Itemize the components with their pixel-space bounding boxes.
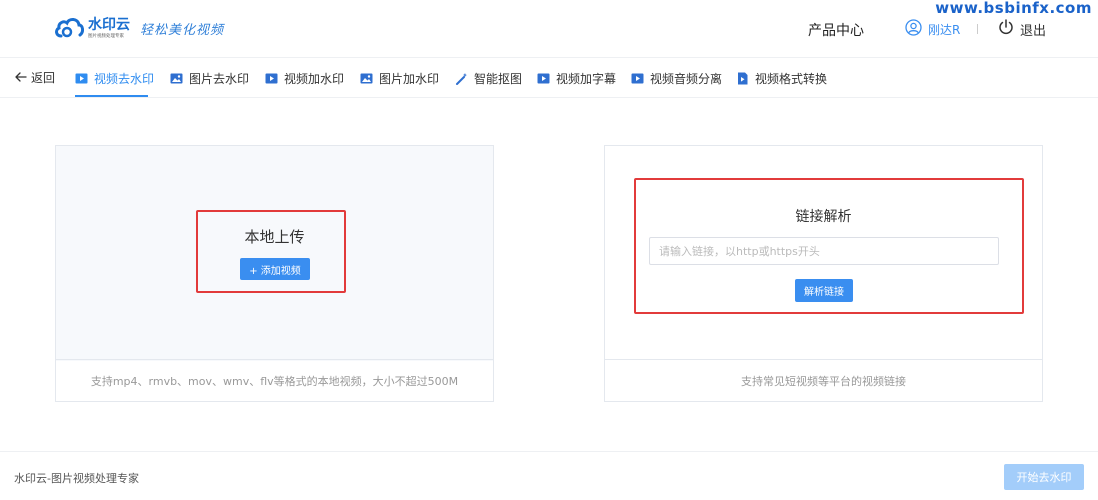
link-parse-panel: 链接解析 请输入链接，以http或https开头 解析链接 (605, 146, 1042, 361)
tab-video-add-watermark[interactable]: 视频加水印 (265, 69, 344, 87)
footer-brand-text: 水印云-图片视频处理专家 (14, 472, 139, 485)
video-icon (631, 72, 644, 85)
tab-label: 视频格式转换 (755, 71, 828, 86)
tab-label: 视频音频分离 (650, 71, 723, 86)
start-remove-watermark-button[interactable]: 开始去水印 (1004, 464, 1084, 490)
logo-name: 水印云 (88, 16, 130, 33)
tab-label: 视频加水印 (284, 71, 345, 86)
file-video-icon (736, 72, 749, 85)
video-icon (265, 72, 278, 85)
user-icon (905, 19, 922, 40)
top-header: 水印云 图片视频处理专家 轻松美化视频 www.bsbinfx.com 产品中心… (0, 0, 1098, 58)
back-label: 返回 (31, 71, 56, 85)
back-button[interactable]: 返回 (15, 69, 55, 86)
bottom-bar: 水印云-图片视频处理专家 开始去水印 (0, 451, 1098, 500)
tab-video-audio-split[interactable]: 视频音频分离 (631, 69, 722, 87)
parse-link-button[interactable]: 解析链接 (795, 279, 853, 302)
link-input[interactable]: 请输入链接，以http或https开头 (649, 237, 999, 265)
tab-video-subtitles[interactable]: 视频加字幕 (537, 69, 616, 87)
logo-subtitle: 图片视频处理专家 (88, 32, 125, 39)
arrow-left-icon (15, 71, 27, 85)
logout-label: 退出 (1020, 23, 1047, 39)
tab-label: 视频去水印 (94, 71, 155, 86)
tool-tabbar: 返回 视频去水印 图片去水印 视频加水印 图片加水印 智能抠图 视频加字幕 视频… (0, 58, 1098, 98)
magic-wand-icon (455, 72, 468, 85)
local-upload-title: 本地上传 (244, 228, 305, 246)
image-icon (170, 72, 183, 85)
tab-video-remove-watermark[interactable]: 视频去水印 (75, 69, 154, 87)
video-icon (537, 72, 550, 85)
tab-smart-cutout[interactable]: 智能抠图 (455, 69, 522, 87)
cloud-logo-icon (54, 14, 84, 42)
header-divider (977, 24, 978, 34)
link-parse-card: 链接解析 请输入链接，以http或https开头 解析链接 支持常见短视频等平台… (604, 145, 1043, 402)
tab-image-add-watermark[interactable]: 图片加水印 (360, 69, 439, 87)
username: 刚达R (928, 23, 961, 37)
tab-label: 图片去水印 (189, 71, 250, 86)
tab-video-format-convert[interactable]: 视频格式转换 (736, 69, 827, 87)
power-icon (998, 19, 1014, 39)
site-watermark: www.bsbinfx.com (935, 0, 1092, 17)
active-tab-indicator (75, 95, 148, 97)
slogan: 轻松美化视频 (140, 22, 225, 38)
link-parse-hint: 支持常见短视频等平台的视频链接 (605, 359, 1042, 401)
local-upload-hint: 支持mp4、rmvb、mov、wmv、flv等格式的本地视频，大小不超过500M (56, 359, 493, 401)
highlight-box (196, 210, 346, 293)
product-center-link[interactable]: 产品中心 (808, 20, 864, 40)
upload-dropzone[interactable]: 本地上传 + 添加视频 (56, 146, 493, 361)
video-icon (75, 72, 88, 85)
image-icon (360, 72, 373, 85)
tab-label: 智能抠图 (474, 71, 523, 86)
user-menu[interactable]: 刚达R (905, 19, 960, 40)
app-logo[interactable]: 水印云 图片视频处理专家 轻松美化视频 (54, 14, 224, 42)
link-parse-title: 链接解析 (795, 209, 852, 225)
tab-label: 视频加字幕 (556, 71, 617, 86)
tab-image-remove-watermark[interactable]: 图片去水印 (170, 69, 249, 87)
tab-label: 图片加水印 (379, 71, 440, 86)
logout-button[interactable]: 退出 (998, 19, 1046, 39)
local-upload-card: 本地上传 + 添加视频 支持mp4、rmvb、mov、wmv、flv等格式的本地… (55, 145, 494, 402)
add-video-button[interactable]: + 添加视频 (240, 258, 310, 280)
